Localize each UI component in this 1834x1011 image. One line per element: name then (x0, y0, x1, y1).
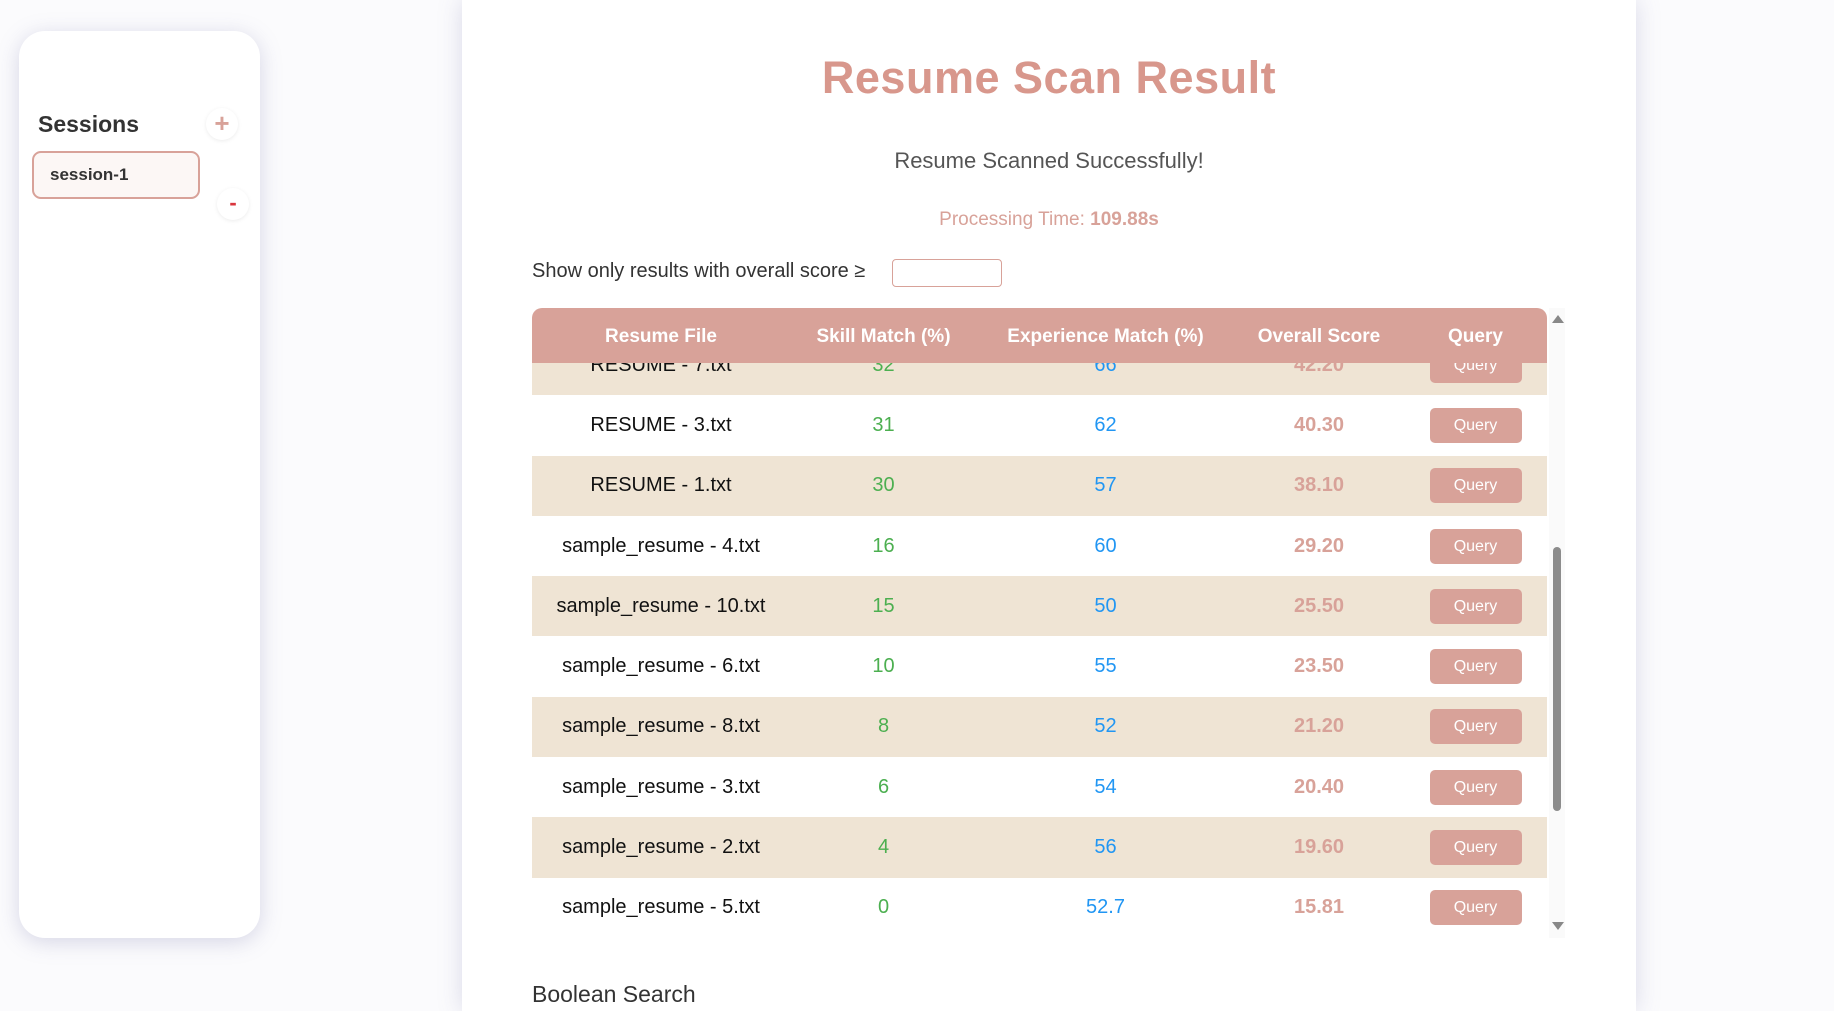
overall-score: 21.20 (1293, 715, 1345, 738)
experience-match: 60 (1094, 534, 1117, 557)
query-cell: Query (1404, 588, 1547, 624)
skill-match: 15 (872, 594, 895, 617)
experience-match: 54 (1094, 775, 1117, 798)
col-experience-match: Experience Match (%) (1007, 326, 1204, 347)
table-row: RESUME - 3.txt 31 62 40.30 Query (532, 395, 1547, 455)
scroll-down-arrow-icon[interactable] (1552, 922, 1564, 930)
query-button[interactable]: Query (1429, 830, 1522, 866)
overall-score: 20.40 (1293, 775, 1345, 798)
resume-file: sample_resume - 5.txt (562, 896, 760, 919)
processing-label: Processing Time: (939, 209, 1091, 230)
table-row: sample_resume - 8.txt 8 52 21.20 Query (532, 696, 1547, 758)
query-cell: Query (1404, 769, 1547, 805)
query-button[interactable]: Query (1429, 468, 1522, 504)
query-cell: Query (1404, 830, 1547, 866)
table-body: RESUME - 7.txt 32 66 42.20 Query RESUME -… (532, 335, 1547, 938)
table-row: sample_resume - 2.txt 4 56 19.60 Query (532, 817, 1547, 878)
status-message: Resume Scanned Successfully! (894, 148, 1204, 173)
resume-file: sample_resume - 3.txt (562, 775, 760, 798)
skill-match: 4 (877, 836, 890, 859)
query-cell: Query (1404, 468, 1547, 504)
table-row: RESUME - 1.txt 30 57 38.10 Query (532, 455, 1547, 516)
query-button[interactable]: Query (1429, 649, 1522, 685)
score-filter-input[interactable] (892, 259, 1002, 287)
query-cell: Query (1404, 528, 1547, 564)
query-cell: Query (1404, 709, 1547, 745)
filter-label: Show only results with overall score ≥ (532, 260, 866, 282)
table-row: sample_resume - 4.txt 16 60 29.20 Query (532, 516, 1547, 576)
overall-score: 15.81 (1293, 896, 1345, 919)
overall-score: 38.10 (1293, 474, 1345, 497)
experience-match: 56 (1094, 836, 1117, 859)
experience-match: 62 (1094, 413, 1117, 436)
sessions-sidebar: Sessions + session-1 - (19, 31, 260, 938)
skill-match: 16 (872, 534, 895, 557)
col-skill-match: Skill Match (%) (816, 326, 951, 347)
overall-score: 23.50 (1293, 655, 1345, 678)
resume-file: sample_resume - 2.txt (562, 836, 760, 859)
col-resume-file: Resume File (605, 326, 717, 347)
table-row: sample_resume - 5.txt 0 52.7 15.81 Query (532, 878, 1547, 938)
scrollbar-thumb[interactable] (1553, 547, 1561, 811)
resume-file: RESUME - 3.txt (590, 413, 732, 436)
skill-match: 10 (872, 655, 895, 678)
processing-value: 109.88s (1090, 209, 1159, 230)
overall-score: 29.20 (1293, 534, 1345, 557)
remove-session-button[interactable]: - (217, 188, 249, 220)
query-cell: Query (1404, 649, 1547, 685)
boolean-search-heading: Boolean Search (532, 981, 696, 1007)
experience-match: 52 (1094, 715, 1117, 738)
sessions-title: Sessions (38, 111, 139, 137)
page-title: Resume Scan Result (821, 52, 1277, 103)
query-cell: Query (1404, 890, 1547, 926)
experience-match: 52.7 (1086, 896, 1125, 919)
query-button[interactable]: Query (1429, 709, 1522, 745)
results-table: Resume File Skill Match (%) Experience M… (532, 308, 1547, 938)
table-header: Resume File Skill Match (%) Experience M… (532, 308, 1547, 363)
query-button[interactable]: Query (1429, 890, 1522, 926)
query-button[interactable]: Query (1429, 528, 1522, 564)
resume-file: RESUME - 1.txt (590, 474, 732, 497)
main-panel: Resume Scan Result Resume Scanned Succes… (462, 0, 1636, 1011)
col-query: Query (1448, 326, 1503, 347)
experience-match: 57 (1094, 474, 1117, 497)
resume-file: sample_resume - 8.txt (562, 715, 760, 738)
table-row: sample_resume - 6.txt 10 55 23.50 Query (532, 636, 1547, 696)
query-button[interactable]: Query (1429, 407, 1522, 443)
overall-score: 25.50 (1293, 594, 1345, 617)
col-overall-score: Overall Score (1257, 326, 1381, 347)
table-row: sample_resume - 3.txt 6 54 20.40 Query (532, 757, 1547, 817)
table-scrollbar[interactable] (1549, 308, 1565, 938)
skill-match: 6 (877, 775, 890, 798)
processing-time: Processing Time: 109.88s (462, 209, 1636, 231)
overall-score: 19.60 (1293, 836, 1345, 859)
table-row: sample_resume - 10.txt 15 50 25.50 Query (532, 576, 1547, 637)
session-item[interactable]: session-1 (32, 151, 200, 199)
minus-icon: - (229, 190, 237, 215)
plus-icon: + (214, 108, 230, 138)
skill-match: 0 (877, 896, 890, 919)
overall-score: 40.30 (1293, 413, 1345, 436)
query-button[interactable]: Query (1429, 588, 1522, 624)
query-button[interactable]: Query (1429, 769, 1522, 805)
skill-match: 31 (872, 413, 895, 436)
resume-file: sample_resume - 4.txt (562, 534, 760, 557)
skill-match: 30 (872, 474, 895, 497)
skill-match: 8 (877, 715, 890, 738)
experience-match: 55 (1094, 655, 1117, 678)
add-session-button[interactable]: + (206, 108, 238, 140)
query-cell: Query (1404, 407, 1547, 443)
resume-file: sample_resume - 10.txt (556, 594, 766, 617)
experience-match: 50 (1094, 594, 1117, 617)
scroll-up-arrow-icon[interactable] (1552, 315, 1564, 323)
resume-file: sample_resume - 6.txt (562, 655, 760, 678)
